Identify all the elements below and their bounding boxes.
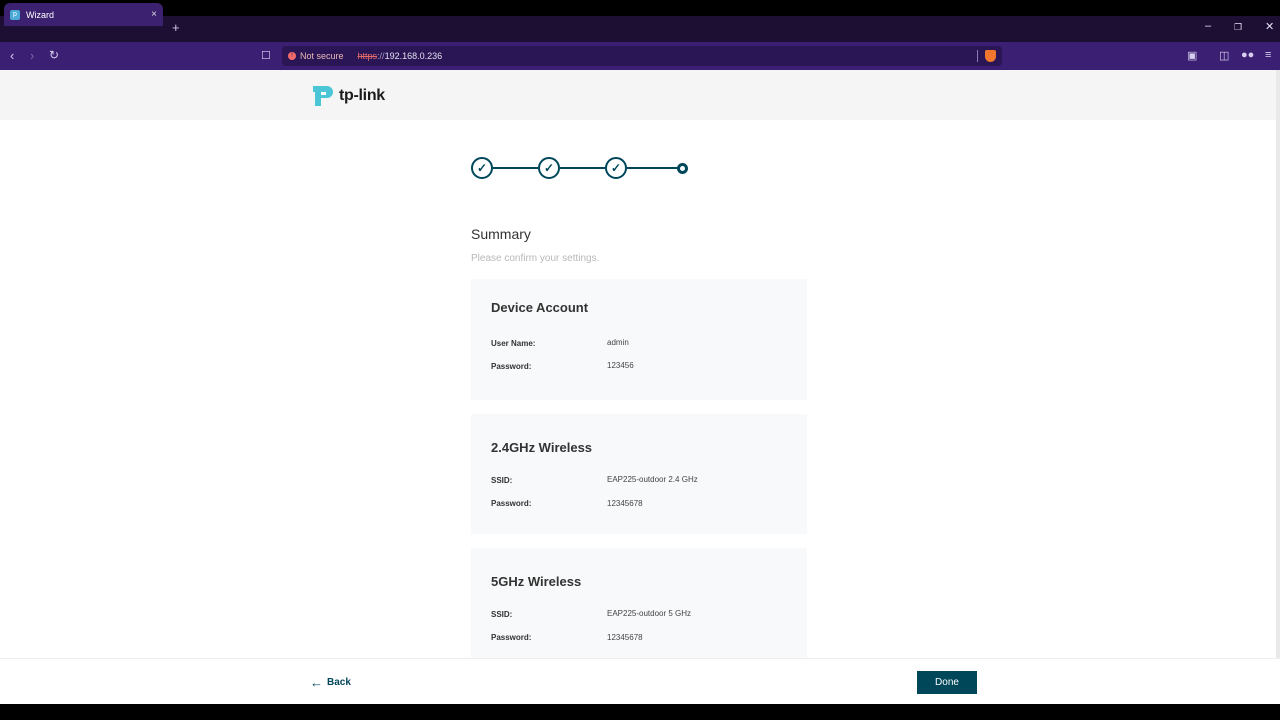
progress-stepper: ✓ ✓ ✓ [471, 157, 691, 179]
row-label: Password: [491, 633, 532, 642]
back-nav-icon[interactable]: ‹ [10, 48, 14, 63]
row-value: admin [607, 338, 629, 347]
window-close-icon[interactable]: ✕ [1265, 20, 1274, 33]
step-complete-check-icon: ✓ [538, 157, 560, 179]
wallet-icon[interactable]: ●● [1241, 49, 1254, 61]
row-label: Password: [491, 362, 532, 371]
restore-icon[interactable]: ❐ [1234, 22, 1242, 33]
step-complete-check-icon: ✓ [605, 157, 627, 179]
screenshot-icon[interactable]: ▣ [1187, 49, 1197, 62]
back-label: Back [327, 677, 351, 688]
device-account-card: Device Account User Name: admin Password… [471, 279, 807, 400]
step-complete-check-icon: ✓ [471, 157, 493, 179]
logo-text: tp-link [339, 87, 385, 104]
os-top-bar [0, 0, 1280, 16]
brave-shield-icon[interactable] [985, 50, 996, 62]
tp-link-logo: tp-link [310, 83, 385, 109]
page-scrollbar[interactable] [1276, 70, 1280, 658]
row-label: User Name: [491, 339, 536, 348]
os-bottom-bar [0, 704, 1280, 720]
row-value: 123456 [607, 361, 634, 370]
wireless-5ghz-card: 5GHz Wireless SSID: EAP225-outdoor 5 GHz… [471, 548, 807, 658]
not-secure-warning-icon: ! [288, 52, 296, 60]
toolbar-divider [977, 50, 978, 62]
wireless-2-4ghz-card: 2.4GHz Wireless SSID: EAP225-outdoor 2.4… [471, 414, 807, 534]
url-separator: :// [377, 51, 385, 61]
url-host: 192.168.0.236 [384, 51, 443, 61]
bookmark-icon[interactable]: ☐ [261, 49, 271, 62]
url-scheme: https [357, 51, 378, 61]
minimize-icon[interactable]: – [1205, 20, 1211, 32]
menu-icon[interactable]: ≡ [1265, 49, 1271, 61]
row-value: 12345678 [607, 633, 643, 642]
tp-link-favicon-icon: p [10, 9, 20, 20]
reload-icon[interactable]: ↻ [49, 48, 59, 62]
new-tab-button[interactable]: + [172, 20, 180, 35]
footer-divider [0, 658, 1280, 659]
stepper-line [560, 167, 605, 169]
card-title: 2.4GHz Wireless [491, 440, 593, 455]
done-button[interactable]: Done [917, 671, 977, 694]
address-bar[interactable]: ! Not secure https :// 192.168.0.236 [282, 46, 1002, 66]
row-value: EAP225-outdoor 5 GHz [607, 609, 692, 618]
page-subtitle: Please confirm your settings. [471, 253, 600, 264]
stepper-line [493, 167, 538, 169]
row-label: Password: [491, 499, 532, 508]
page-content: tp-link ✓ ✓ ✓ Summary Please confirm you… [0, 70, 1280, 704]
row-label: SSID: [491, 476, 513, 485]
tab-strip [0, 16, 1280, 42]
back-button[interactable]: ← Back [310, 675, 351, 690]
card-title: 5GHz Wireless [491, 574, 582, 589]
page-header: tp-link [0, 70, 1280, 120]
stepper-line [627, 167, 679, 169]
tp-link-logo-icon [313, 86, 333, 106]
tab-close-icon[interactable]: × [151, 9, 157, 20]
card-title: Device Account [491, 300, 589, 315]
row-value: 12345678 [607, 499, 643, 508]
row-value: EAP225-outdoor 2.4 GHz [607, 475, 698, 484]
not-secure-label: Not secure [300, 51, 344, 61]
tab-title: Wizard [26, 9, 55, 20]
forward-nav-icon[interactable]: › [30, 48, 34, 63]
row-label: SSID: [491, 610, 513, 619]
browser-tab[interactable]: p Wizard × [4, 3, 163, 26]
sidebar-icon[interactable]: ◫ [1219, 49, 1229, 62]
arrow-left-icon: ← [310, 675, 323, 690]
step-current-icon [677, 163, 688, 174]
page-title: Summary [471, 226, 531, 242]
